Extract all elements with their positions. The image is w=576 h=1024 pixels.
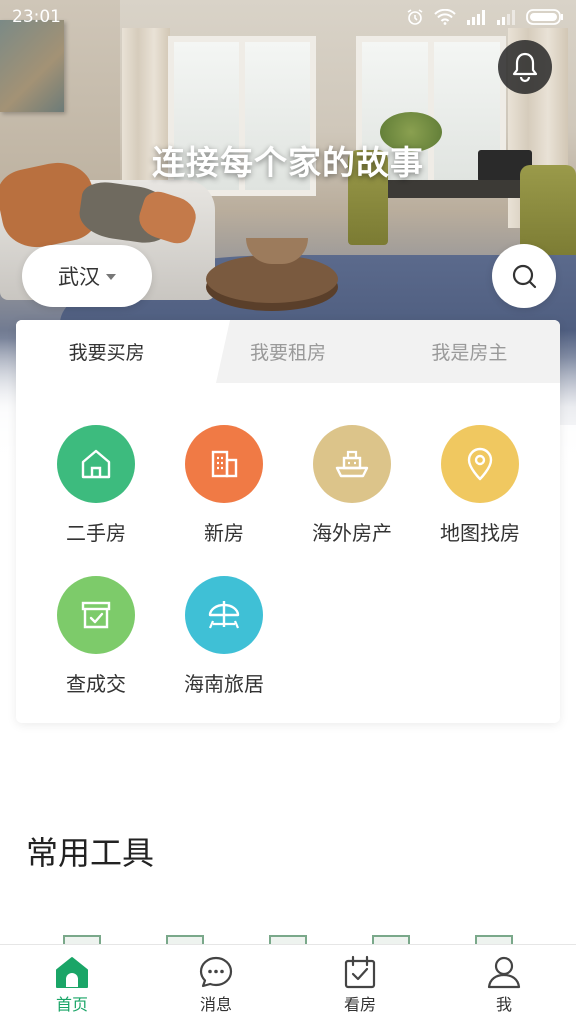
service-tabs: 我要买房 我要租房 我是房主 [16, 320, 560, 383]
search-icon [512, 264, 537, 289]
nav-label: 我 [495, 994, 512, 1014]
service-grid: 二手房 新房 海外房产 地图找房 查成交 海南旅居 [16, 383, 560, 697]
grid-icon-circle [185, 576, 263, 654]
grid-item-overseas[interactable]: 海外房产 [288, 425, 416, 546]
grid-item-transactions[interactable]: 查成交 [32, 576, 160, 697]
grid-item-hainan[interactable]: 海南旅居 [160, 576, 288, 697]
signal-icon [467, 10, 485, 25]
grid-item-map-search[interactable]: 地图找房 [416, 425, 544, 546]
ship-icon [335, 450, 369, 478]
grid-icon-circle [441, 425, 519, 503]
grid-icon-circle [185, 425, 263, 503]
grid-item-new-home[interactable]: 新房 [160, 425, 288, 546]
bottom-nav: 首页 消息 看房 我 [0, 944, 576, 1024]
grid-label: 查成交 [66, 672, 126, 696]
archive-box-icon [81, 601, 111, 629]
nav-item-viewings[interactable]: 看房 [288, 945, 432, 1024]
alarm-icon [407, 9, 423, 25]
grid-icon-circle [313, 425, 391, 503]
notifications-button[interactable] [498, 40, 552, 94]
service-card: 我要买房 我要租房 我是房主 二手房 新房 海外房产 地图找房 查成交 海南旅居 [16, 320, 560, 723]
building-icon [211, 450, 238, 478]
grid-label: 海南旅居 [184, 672, 264, 696]
status-time: 23:01 [12, 7, 61, 27]
beach-umbrella-icon [208, 601, 240, 629]
bell-icon [512, 52, 538, 83]
tools-section-title: 常用工具 [26, 834, 155, 872]
search-button[interactable] [492, 244, 556, 308]
grid-label: 海外房产 [312, 521, 392, 545]
tab-owner[interactable]: 我是房主 [379, 320, 560, 383]
user-icon [487, 956, 521, 988]
caret-down-icon [106, 274, 116, 280]
signal-icon [497, 10, 515, 25]
grid-item-second-hand[interactable]: 二手房 [32, 425, 160, 546]
nav-item-messages[interactable]: 消息 [144, 945, 288, 1024]
map-pin-icon [467, 447, 493, 481]
calendar-check-icon [344, 955, 376, 988]
status-icons [406, 8, 564, 26]
grid-icon-circle [57, 425, 135, 503]
city-label: 武汉 [58, 265, 100, 289]
battery-icon [526, 9, 563, 25]
tab-rent[interactable]: 我要租房 [197, 320, 378, 383]
status-bar: 23:01 [0, 0, 576, 34]
wifi-icon [434, 9, 456, 25]
grid-label: 新房 [204, 521, 244, 545]
grid-label: 地图找房 [440, 521, 520, 545]
nav-label: 首页 [55, 994, 88, 1014]
nav-item-me[interactable]: 我 [432, 945, 576, 1024]
nav-item-home[interactable]: 首页 [0, 945, 144, 1024]
nav-label: 消息 [199, 994, 232, 1014]
city-selector-button[interactable]: 武汉 [22, 245, 152, 307]
house-icon [81, 449, 111, 479]
home-icon [56, 956, 88, 988]
grid-label: 二手房 [66, 521, 126, 545]
grid-icon-circle [57, 576, 135, 654]
tab-buy[interactable]: 我要买房 [16, 320, 197, 383]
hero-slogan: 连接每个家的故事 [152, 143, 424, 182]
nav-label: 看房 [343, 994, 376, 1014]
chat-bubble-icon [199, 956, 233, 987]
